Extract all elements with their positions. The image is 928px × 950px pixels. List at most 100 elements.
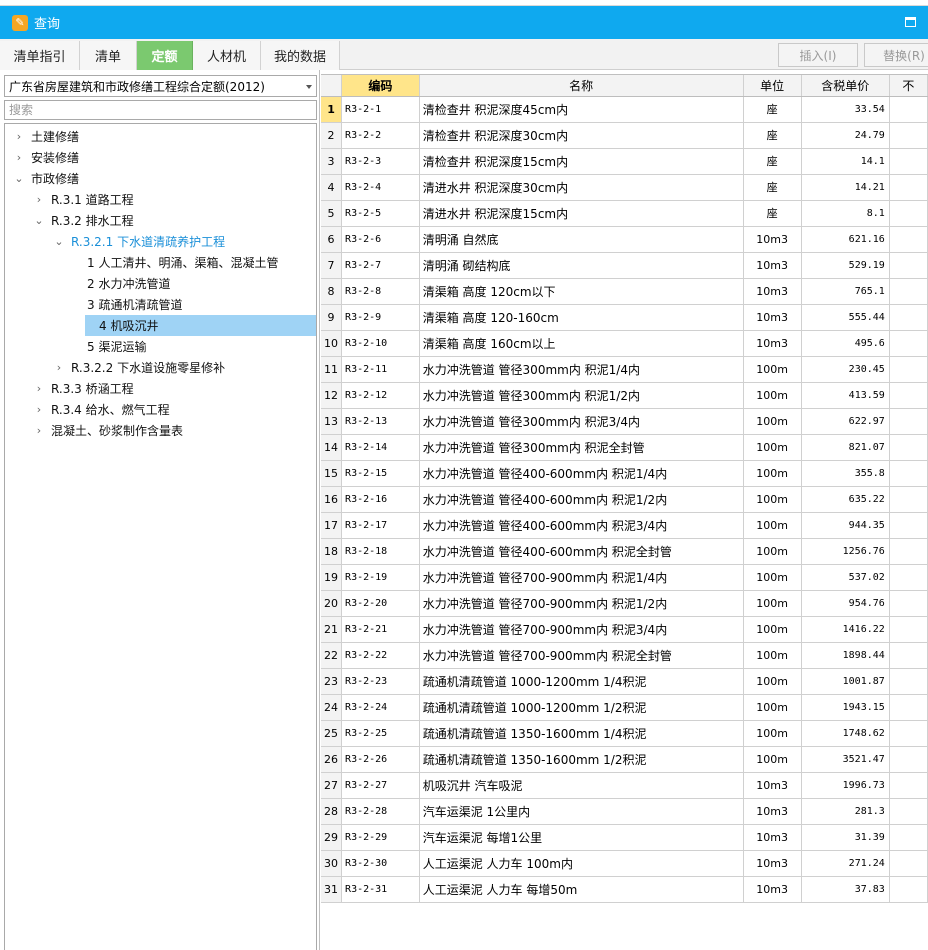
- row-index[interactable]: 21: [321, 616, 343, 643]
- row-extra[interactable]: [889, 512, 928, 539]
- row-name[interactable]: 清检查井 积泥深度45cm内: [419, 96, 744, 123]
- row-name[interactable]: 人工运渠泥 人力车 每增50m: [419, 876, 744, 903]
- row-index[interactable]: 6: [321, 226, 343, 253]
- row-price[interactable]: 765.1: [801, 278, 890, 305]
- row-code[interactable]: R3-2-17: [341, 512, 420, 539]
- row-unit[interactable]: 10m3: [743, 850, 802, 877]
- row-name[interactable]: 水力冲洗管道 管径700-900mm内 积泥1/4内: [419, 564, 744, 591]
- row-code[interactable]: R3-2-1: [341, 96, 420, 123]
- row-name[interactable]: 疏通机清疏管道 1350-1600mm 1/4积泥: [419, 720, 744, 747]
- chevron-right-icon[interactable]: ›: [33, 403, 45, 416]
- row-code[interactable]: R3-2-16: [341, 486, 420, 513]
- row-code[interactable]: R3-2-21: [341, 616, 420, 643]
- row-price[interactable]: 1416.22: [801, 616, 890, 643]
- row-name[interactable]: 清检查井 积泥深度15cm内: [419, 148, 744, 175]
- row-name[interactable]: 疏通机清疏管道 1350-1600mm 1/2积泥: [419, 746, 744, 773]
- row-unit[interactable]: 100m: [743, 460, 802, 487]
- row-name[interactable]: 汽车运渠泥 每增1公里: [419, 824, 744, 851]
- row-code[interactable]: R3-2-8: [341, 278, 420, 305]
- row-price[interactable]: 14.21: [801, 174, 890, 201]
- row-name[interactable]: 清进水井 积泥深度15cm内: [419, 200, 744, 227]
- row-price[interactable]: 944.35: [801, 512, 890, 539]
- row-unit[interactable]: 100m: [743, 694, 802, 721]
- row-index[interactable]: 23: [321, 668, 343, 695]
- search-input[interactable]: [4, 100, 317, 120]
- row-extra[interactable]: [889, 772, 928, 799]
- row-code[interactable]: R3-2-7: [341, 252, 420, 279]
- table-row[interactable]: 17 R3-2-17 水力冲洗管道 管径400-600mm内 积泥3/4内 100m 9…: [321, 512, 928, 539]
- row-index[interactable]: 13: [321, 408, 343, 435]
- row-extra[interactable]: [889, 746, 928, 773]
- row-price[interactable]: 8.1: [801, 200, 890, 227]
- table-row[interactable]: 6 R3-2-6 清明涌 自然底 10m3 621.16: [321, 226, 928, 253]
- row-unit[interactable]: 100m: [743, 356, 802, 383]
- row-extra[interactable]: [889, 434, 928, 461]
- row-code[interactable]: R3-2-9: [341, 304, 420, 331]
- row-price[interactable]: 1748.62: [801, 720, 890, 747]
- row-index[interactable]: 9: [321, 304, 343, 331]
- row-price[interactable]: 1996.73: [801, 772, 890, 799]
- row-name[interactable]: 水力冲洗管道 管径400-600mm内 积泥1/2内: [419, 486, 744, 513]
- table-row[interactable]: 4 R3-2-4 清进水井 积泥深度30cm内座 14.21: [321, 174, 928, 201]
- header-unit[interactable]: 单位: [743, 75, 802, 97]
- row-code[interactable]: R3-2-27: [341, 772, 420, 799]
- table-row[interactable]: 10 R3-2-10 清渠箱 高度 160cm以上 10m3 495.6: [321, 330, 928, 357]
- tree-node[interactable]: › 土建修缮: [5, 126, 316, 147]
- row-price[interactable]: 24.79: [801, 122, 890, 149]
- row-name[interactable]: 水力冲洗管道 管径300mm内 积泥1/4内: [419, 356, 744, 383]
- table-row[interactable]: 18 R3-2-18 水力冲洗管道 管径400-600mm内 积泥全封管 100m 12…: [321, 538, 928, 565]
- row-extra[interactable]: [889, 668, 928, 695]
- row-price[interactable]: 821.07: [801, 434, 890, 461]
- tree-node[interactable]: › R.3.1 道路工程: [5, 189, 316, 210]
- row-index[interactable]: 7: [321, 252, 343, 279]
- row-name[interactable]: 水力冲洗管道 管径700-900mm内 积泥3/4内: [419, 616, 744, 643]
- table-row[interactable]: 30 R3-2-30 人工运渠泥 人力车 100m内 10m3 271.24: [321, 850, 928, 877]
- row-name[interactable]: 清渠箱 高度 120-160cm: [419, 304, 744, 331]
- row-unit[interactable]: 10m3: [743, 798, 802, 825]
- row-unit[interactable]: 座: [743, 148, 802, 175]
- tree-node[interactable]: 3 疏通机清疏管道: [5, 294, 316, 315]
- row-extra[interactable]: [889, 408, 928, 435]
- row-price[interactable]: 14.1: [801, 148, 890, 175]
- row-extra[interactable]: [889, 850, 928, 877]
- row-unit[interactable]: 100m: [743, 486, 802, 513]
- row-price[interactable]: 1898.44: [801, 642, 890, 669]
- row-price[interactable]: 355.8: [801, 460, 890, 487]
- chevron-right-icon[interactable]: ›: [33, 424, 45, 437]
- row-code[interactable]: R3-2-19: [341, 564, 420, 591]
- restore-icon[interactable]: [905, 17, 916, 27]
- tree-node[interactable]: › 安装修缮: [5, 147, 316, 168]
- table-row[interactable]: 24 R3-2-24 疏通机清疏管道 1000-1200mm 1/2积泥 100m 19…: [321, 694, 928, 721]
- table-row[interactable]: 7 R3-2-7 清明涌 砌结构底 10m3 529.19: [321, 252, 928, 279]
- row-extra[interactable]: [889, 538, 928, 565]
- chevron-right-icon[interactable]: ›: [53, 361, 65, 374]
- tab-bill-guide[interactable]: 清单指引: [0, 41, 80, 70]
- row-index[interactable]: 30: [321, 850, 343, 877]
- header-name[interactable]: 名称: [419, 75, 744, 97]
- tree-node[interactable]: 1 人工清井、明涌、渠箱、混凝土管: [5, 252, 316, 273]
- table-row[interactable]: 2 R3-2-2 清检查井 积泥深度30cm内座 24.79: [321, 122, 928, 149]
- row-unit[interactable]: 100m: [743, 408, 802, 435]
- row-code[interactable]: R3-2-20: [341, 590, 420, 617]
- row-code[interactable]: R3-2-15: [341, 460, 420, 487]
- row-name[interactable]: 水力冲洗管道 管径400-600mm内 积泥3/4内: [419, 512, 744, 539]
- row-code[interactable]: R3-2-24: [341, 694, 420, 721]
- row-price[interactable]: 622.97: [801, 408, 890, 435]
- row-extra[interactable]: [889, 642, 928, 669]
- row-index[interactable]: 8: [321, 278, 343, 305]
- table-row[interactable]: 21 R3-2-21 水力冲洗管道 管径700-900mm内 积泥3/4内 100m 1…: [321, 616, 928, 643]
- table-row[interactable]: 27 R3-2-27 机吸沉井 汽车吸泥 10m3 1996.73: [321, 772, 928, 799]
- chevron-right-icon[interactable]: ›: [13, 151, 25, 164]
- tab-materials[interactable]: 人材机: [193, 41, 261, 70]
- chevron-right-icon[interactable]: ›: [13, 130, 25, 143]
- row-index[interactable]: 12: [321, 382, 343, 409]
- row-index[interactable]: 17: [321, 512, 343, 539]
- row-index[interactable]: 16: [321, 486, 343, 513]
- row-extra[interactable]: [889, 174, 928, 201]
- row-code[interactable]: R3-2-4: [341, 174, 420, 201]
- header-code[interactable]: 编码: [341, 75, 420, 97]
- table-row[interactable]: 5 R3-2-5 清进水井 积泥深度15cm内座 8.1: [321, 200, 928, 227]
- tab-my-data[interactable]: 我的数据: [261, 41, 340, 70]
- table-row[interactable]: 15 R3-2-15 水力冲洗管道 管径400-600mm内 积泥1/4内 100m 3…: [321, 460, 928, 487]
- row-name[interactable]: 清进水井 积泥深度30cm内: [419, 174, 744, 201]
